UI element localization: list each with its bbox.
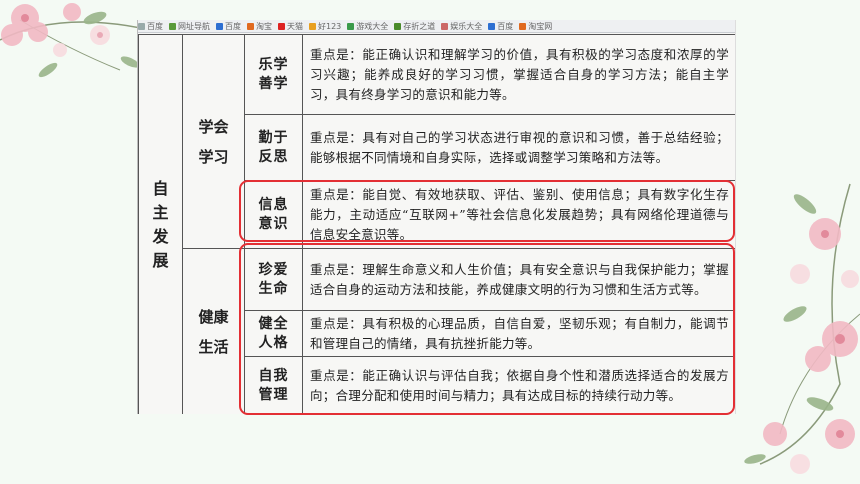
description-cell: 重点是：能正确认识和理解学习的价值，具有积极的学习态度和浓厚的学习兴趣；能养成良…	[302, 34, 735, 115]
bookmark-favicon-icon	[347, 22, 355, 30]
bookmark-label: 百度	[497, 21, 514, 31]
main-category-cell: 自主发展	[138, 34, 183, 414]
group-cell-health: 健康生活	[182, 248, 245, 414]
bookmark-favicon-icon	[247, 22, 254, 30]
core-literacy-table: 自主发展 学会学习 乐学善学 重点是：能正确认识和理解学习的价值，具有积极的学习…	[138, 34, 735, 414]
sub-item-label: 健全人格	[258, 315, 289, 351]
bookmark-favicon-icon	[138, 22, 145, 30]
description-cell: 重点是：能正确认识与评估自我；依据自身个性和潜质选择适合的发展方向；合理分配和使…	[302, 356, 735, 414]
bookmark-favicon-icon	[441, 22, 449, 30]
description-cell: 重点是：具有对自己的学习状态进行审视的意识和习惯，善于总结经验；能够根据不同情境…	[302, 114, 735, 181]
sub-item-cell: 勤于反思	[244, 114, 303, 181]
bookmark-label: 淘宝	[256, 21, 272, 31]
sub-item-label: 珍爱生命	[258, 261, 289, 297]
table-row: 自主发展 学会学习 乐学善学 重点是：能正确认识和理解学习的价值，具有积极的学习…	[138, 34, 735, 414]
bookmark-label: 百度	[225, 21, 241, 31]
bookmark-favicon-icon	[309, 22, 316, 30]
bookmark-favicon-icon	[278, 22, 285, 30]
sub-item-cell: 乐学善学	[244, 34, 303, 115]
bookmark-label: 天猫	[287, 21, 303, 31]
description-cell: 重点是：具有积极的心理品质，自信自爱，坚韧乐观；有自制力，能调节和管理自己的情绪…	[302, 310, 735, 357]
group-label: 学会学习	[198, 117, 229, 166]
sub-item-label: 勤于反思	[258, 129, 289, 165]
bookmark-item[interactable]: 淘宝	[247, 21, 272, 32]
bookmark-label: 娱乐大全	[450, 21, 483, 31]
bookmark-favicon-icon	[169, 22, 176, 30]
bookmark-favicon-icon	[488, 22, 496, 30]
browser-bookmarks-bar: 百度 网址导航 百度 淘宝 天猫 好123 游戏大全 存折之道 娱乐大全 百度 淘宝网	[138, 20, 735, 33]
bookmark-label: 网址导航	[178, 21, 210, 31]
description-cell: 重点是：能自觉、有效地获取、评估、鉴别、使用信息；具有数字化生存能力，主动适应“…	[302, 180, 735, 249]
group-label: 健康生活	[198, 307, 229, 356]
sub-item-cell: 信息意识	[244, 180, 303, 249]
bookmark-label: 百度	[147, 21, 163, 31]
bookmark-item[interactable]: 网址导航	[169, 21, 210, 32]
sub-item-cell: 健全人格	[244, 310, 303, 357]
bookmark-favicon-icon	[394, 22, 402, 30]
sub-item-label: 乐学善学	[258, 56, 289, 92]
main-category-label: 自主发展	[152, 178, 170, 270]
table-row: 健康生活 珍爱生命 重点是：理解生命意义和人生价值；具有安全意识与自我保护能力；…	[139, 248, 735, 414]
bookmark-label: 淘宝网	[528, 21, 553, 31]
bookmark-item[interactable]: 天猫	[278, 21, 303, 32]
bookmark-label: 存折之道	[403, 21, 436, 31]
sub-item-label: 自我管理	[258, 367, 289, 403]
sub-item-cell: 自我管理	[244, 356, 303, 414]
group-cell-learning: 学会学习	[182, 34, 245, 249]
bookmark-item[interactable]: 淘宝网	[519, 21, 552, 32]
sub-item-label: 信息意识	[258, 196, 289, 232]
sub-item-cell: 珍爱生命	[244, 248, 303, 311]
bookmark-item[interactable]: 游戏大全	[347, 21, 388, 32]
bookmark-item[interactable]: 娱乐大全	[441, 21, 482, 32]
bookmark-label: 游戏大全	[356, 21, 389, 31]
bookmark-favicon-icon	[519, 22, 527, 30]
bookmark-item[interactable]: 百度	[216, 21, 241, 32]
document-screenshot: 百度 网址导航 百度 淘宝 天猫 好123 游戏大全 存折之道 娱乐大全 百度 淘宝网 自主发展 学…	[137, 20, 736, 414]
bookmark-favicon-icon	[216, 22, 223, 30]
bookmark-item[interactable]: 百度	[488, 21, 513, 32]
bookmark-item[interactable]: 百度	[138, 21, 163, 32]
bookmark-label: 好123	[318, 21, 342, 31]
description-cell: 重点是：理解生命意义和人生价值；具有安全意识与自我保护能力；掌握适合自身的运动方…	[302, 248, 735, 311]
bookmark-item[interactable]: 存折之道	[394, 21, 435, 32]
bookmark-item[interactable]: 好123	[309, 21, 341, 32]
